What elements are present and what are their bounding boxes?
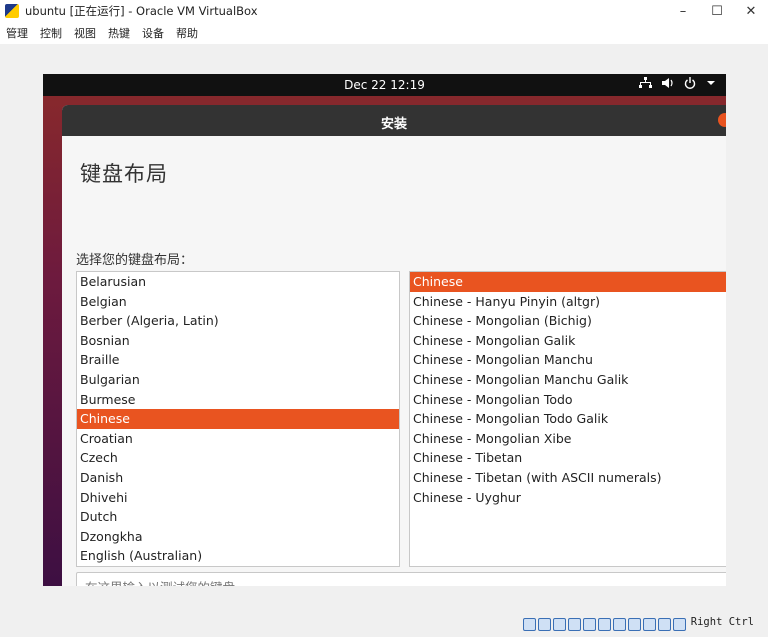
- clock[interactable]: Dec 22 12:19: [43, 78, 726, 92]
- layout-item[interactable]: Czech: [77, 448, 399, 468]
- variant-item[interactable]: Chinese - Mongolian Todo: [410, 390, 726, 410]
- network-icon: [639, 77, 652, 88]
- keyboard-layout-list[interactable]: Belarusian Belgian Berber (Algeria, Lati…: [76, 271, 400, 567]
- layout-item[interactable]: Belgian: [77, 292, 399, 312]
- window-titlebar: ubuntu [正在运行] - Oracle VM VirtualBox – ☐…: [0, 0, 768, 22]
- layout-item[interactable]: Bulgarian: [77, 370, 399, 390]
- variant-item[interactable]: Chinese - Uyghur: [410, 488, 726, 508]
- vm-status-bar: Right Ctrl: [0, 612, 768, 637]
- system-tray[interactable]: [639, 77, 716, 89]
- variant-item[interactable]: Chinese - Mongolian Galik: [410, 331, 726, 351]
- layout-item[interactable]: English (Australian): [77, 546, 399, 566]
- variant-item[interactable]: Chinese - Mongolian (Bichig): [410, 311, 726, 331]
- layout-item[interactable]: Croatian: [77, 429, 399, 449]
- layout-item[interactable]: Chinese: [77, 409, 399, 429]
- installer-body: 键盘布局 选择您的键盘布局： Belarusian Belgian Berber…: [62, 136, 726, 586]
- layout-item[interactable]: Bosnian: [77, 331, 399, 351]
- variant-item[interactable]: Chinese - Mongolian Todo Galik: [410, 409, 726, 429]
- variant-item[interactable]: Chinese - Mongolian Manchu Galik: [410, 370, 726, 390]
- menu-view[interactable]: 视图: [74, 25, 96, 41]
- layout-item[interactable]: Berber (Algeria, Latin): [77, 311, 399, 331]
- usb-icon[interactable]: [583, 618, 596, 631]
- layout-item[interactable]: Dzongkha: [77, 527, 399, 547]
- display-icon[interactable]: [613, 618, 626, 631]
- layout-item[interactable]: Dutch: [77, 507, 399, 527]
- virtualbox-logo-icon: [5, 4, 19, 18]
- layout-item[interactable]: Braille: [77, 350, 399, 370]
- network-adapter-icon[interactable]: [568, 618, 581, 631]
- installer-window: 安装 键盘布局 选择您的键盘布局： Belarusian Belgian Ber…: [62, 105, 726, 586]
- window-title: ubuntu [正在运行] - Oracle VM VirtualBox: [25, 4, 258, 18]
- shared-folder-icon[interactable]: [598, 618, 611, 631]
- installer-title: 安装: [380, 117, 407, 132]
- hard-disk-icon[interactable]: [523, 618, 536, 631]
- menu-help[interactable]: 帮助: [176, 25, 198, 41]
- keyboard-variant-list[interactable]: Chinese Chinese - Hanyu Pinyin (altgr) C…: [409, 271, 726, 567]
- installer-close-button[interactable]: [718, 113, 726, 127]
- variant-item[interactable]: Chinese - Tibetan (with ASCII numerals): [410, 468, 726, 488]
- host-key-label: Right Ctrl: [690, 616, 754, 628]
- audio-icon[interactable]: [553, 618, 566, 631]
- menu-manage[interactable]: 管理: [6, 25, 28, 41]
- recording-icon[interactable]: [628, 618, 641, 631]
- menu-bar: 管理 控制 视图 热键 设备 帮助: [0, 22, 768, 44]
- minimize-button[interactable]: –: [666, 0, 700, 22]
- installer-header: 安装: [62, 105, 726, 136]
- menu-devices[interactable]: 设备: [142, 25, 164, 41]
- layout-item[interactable]: Dhivehi: [77, 488, 399, 508]
- page-title: 键盘布局: [80, 162, 168, 186]
- layout-item[interactable]: Danish: [77, 468, 399, 488]
- layout-item[interactable]: Burmese: [77, 390, 399, 410]
- status-icon-strip: [523, 618, 686, 631]
- keyboard-icon[interactable]: [673, 618, 686, 631]
- variant-item[interactable]: Chinese - Mongolian Xibe: [410, 429, 726, 449]
- gnome-top-bar: Dec 22 12:19: [43, 74, 726, 96]
- menu-hotkeys[interactable]: 热键: [108, 25, 130, 41]
- layout-prompt-label: 选择您的键盘布局：: [76, 253, 194, 268]
- chevron-down-icon: [707, 81, 715, 85]
- power-icon: [684, 77, 696, 89]
- layout-item[interactable]: Belarusian: [77, 272, 399, 292]
- maximize-button[interactable]: ☐: [700, 0, 734, 22]
- optical-drive-icon[interactable]: [538, 618, 551, 631]
- cpu-icon[interactable]: [643, 618, 656, 631]
- mouse-integration-icon[interactable]: [658, 618, 671, 631]
- vm-display[interactable]: Dec 22 12:19 安装 键盘布局 选择您的键盘布局： Belarusia…: [43, 74, 726, 586]
- variant-item[interactable]: Chinese: [410, 272, 726, 292]
- variant-item[interactable]: Chinese - Hanyu Pinyin (altgr): [410, 292, 726, 312]
- close-button[interactable]: ✕: [734, 0, 768, 22]
- volume-icon: [662, 78, 673, 88]
- variant-item[interactable]: Chinese - Mongolian Manchu: [410, 350, 726, 370]
- variant-item[interactable]: Chinese - Tibetan: [410, 448, 726, 468]
- menu-control[interactable]: 控制: [40, 25, 62, 41]
- keyboard-test-input[interactable]: [76, 572, 726, 586]
